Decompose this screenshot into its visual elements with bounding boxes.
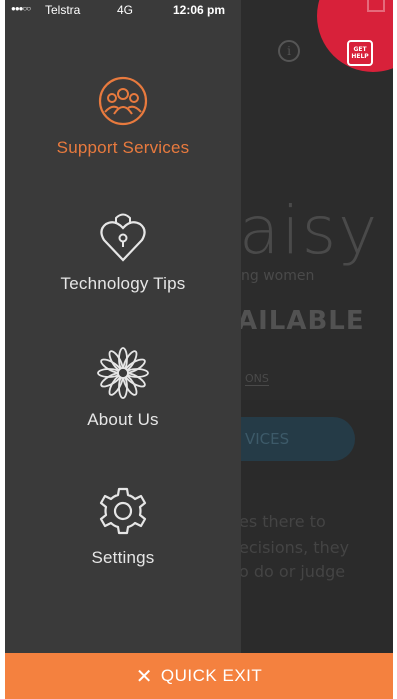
carrier-name: Telstra [45, 3, 81, 17]
menu-item-about-us[interactable]: About Us [5, 346, 241, 430]
body-text-line: ecisions, they [239, 538, 350, 557]
app-logo: aisy [239, 192, 380, 269]
menu-item-label: Settings [91, 548, 155, 567]
options-link[interactable]: ONS [245, 372, 269, 386]
signal-strength-icon: ●●●○○ [11, 4, 31, 13]
heart-lock-icon [5, 210, 241, 264]
menu-item-label: Technology Tips [60, 274, 186, 293]
quick-exit-label: QUICK EXIT [160, 666, 263, 685]
menu-item-support-services[interactable]: Support Services [5, 74, 241, 158]
gear-icon [5, 484, 241, 538]
menu-item-label: Support Services [56, 138, 190, 157]
network-type: 4G [117, 3, 134, 17]
info-icon[interactable]: i [278, 40, 300, 62]
status-bar: ●●●○○ Telstra 4G 12:06 pm [5, 0, 241, 22]
menu-item-label: About Us [87, 410, 159, 429]
flower-icon [5, 346, 241, 400]
phone-screen: i GET HELP aisy ng women AILABLE ONS VIC… [5, 0, 393, 699]
available-heading: AILABLE [237, 306, 365, 336]
side-drawer: ●●●○○ Telstra 4G 12:06 pm Support Servic… [5, 0, 241, 655]
body-text-line: es there to [239, 512, 326, 531]
app-tagline: ng women [241, 268, 315, 284]
people-circle-icon [5, 74, 241, 128]
body-text-line: o do or judge [239, 562, 346, 581]
quick-exit-button[interactable]: ✕ QUICK EXIT [5, 653, 393, 699]
clock: 12:06 pm [173, 3, 226, 17]
get-help-tab-icon [367, 0, 385, 12]
menu-item-settings[interactable]: Settings [5, 484, 241, 568]
get-help-label-line2: HELP [351, 53, 369, 60]
services-button-label: VICES [245, 430, 290, 448]
menu-item-technology-tips[interactable]: Technology Tips [5, 210, 241, 294]
get-help-button[interactable]: GET HELP [347, 40, 373, 66]
close-icon: ✕ [135, 665, 153, 688]
get-help-label-line1: GET [353, 46, 367, 53]
